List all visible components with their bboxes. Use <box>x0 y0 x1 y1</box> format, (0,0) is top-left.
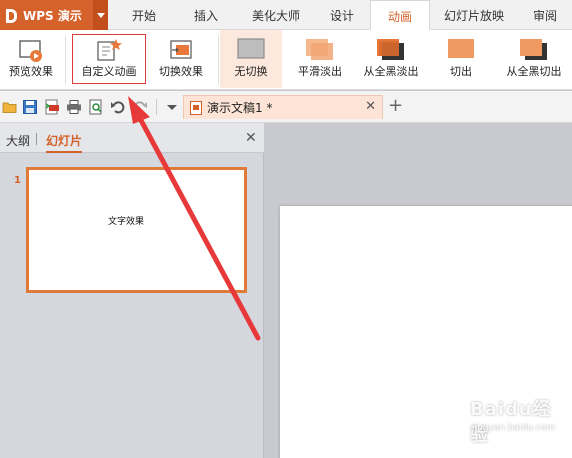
quick-access-toolbar: 演示文稿1 * ✕ + <box>0 91 572 123</box>
no-transition-icon <box>237 38 265 59</box>
tab-animation[interactable]: 动画 <box>370 0 430 31</box>
dropdown-icon[interactable] <box>164 99 180 115</box>
custom-animation-button[interactable]: 自定义动画 <box>72 34 146 84</box>
cut-label: 切出 <box>450 65 472 78</box>
menu-bar: WPS 演示 开始 插入 美化大师 设计 动画 幻灯片放映 审阅 <box>0 0 572 31</box>
undo-icon[interactable] <box>110 99 126 115</box>
preview-effect-label: 预览效果 <box>9 65 53 78</box>
presentation-doc-icon <box>190 100 202 115</box>
fade-through-black-button[interactable]: 从全黑淡出 <box>356 30 426 88</box>
ribbon-separator <box>218 36 219 84</box>
tab-review[interactable]: 审阅 <box>518 0 572 30</box>
new-tab-plus-icon[interactable]: + <box>388 97 403 115</box>
fade-smooth-icon <box>306 39 333 60</box>
tab-home[interactable]: 开始 <box>112 0 176 30</box>
open-folder-icon[interactable] <box>2 99 18 115</box>
watermark-url: jingyan.baidu.com <box>472 423 556 433</box>
panel-tab-separator <box>36 133 37 145</box>
redo-icon[interactable] <box>132 99 148 115</box>
tab-slideshow[interactable]: 幻灯片放映 <box>432 0 516 30</box>
slide-thumbnail-text: 文字效果 <box>108 217 145 227</box>
tab-design[interactable]: 设计 <box>316 0 368 30</box>
preview-effect-button[interactable]: 预览效果 <box>2 30 60 88</box>
baidu-jingyan-watermark: Baidu经验 jingyan.baidu.com <box>470 395 566 446</box>
slide-panel: 大纲 幻灯片 ✕ 1 文字效果 <box>0 123 264 458</box>
close-document-tab-icon[interactable]: ✕ <box>365 100 376 114</box>
animation-ribbon: 预览效果 自定义动画 切换效果 无切换 平滑淡出 从全黑淡出 切出 从全黑切出 <box>0 30 572 90</box>
cut-through-black-button[interactable]: 从全黑切出 <box>496 30 572 88</box>
slide-number: 1 <box>14 175 21 186</box>
tab-outline[interactable]: 大纲 <box>6 132 30 149</box>
close-panel-icon[interactable]: ✕ <box>245 130 257 146</box>
slide-thumbnail[interactable]: 文字效果 <box>26 167 247 293</box>
save-icon[interactable] <box>22 99 38 115</box>
toolbar-separator <box>156 99 157 115</box>
no-transition-label: 无切换 <box>234 65 268 78</box>
tab-slides[interactable]: 幻灯片 <box>46 132 83 153</box>
print-preview-icon[interactable] <box>88 99 104 115</box>
cut-through-black-icon <box>520 39 547 60</box>
document-tab-title: 演示文稿1 * <box>207 101 273 115</box>
export-pdf-icon[interactable] <box>44 99 60 115</box>
app-menu-dropdown-icon[interactable] <box>93 0 108 30</box>
tab-insert[interactable]: 插入 <box>178 0 234 30</box>
watermark-brand: Baidu经验 <box>470 399 552 446</box>
transition-effect-icon <box>170 40 192 59</box>
transition-effect-label: 切换效果 <box>159 65 203 78</box>
fade-through-black-label: 从全黑淡出 <box>363 65 419 78</box>
panel-tabs: 大纲 幻灯片 ✕ <box>0 123 264 153</box>
app-name: WPS 演示 <box>23 8 82 23</box>
wps-logo-icon <box>4 8 19 23</box>
cut-through-black-label: 从全黑切出 <box>506 65 562 78</box>
custom-animation-star-icon <box>97 39 122 61</box>
cut-button[interactable]: 切出 <box>432 30 490 88</box>
no-transition-button[interactable]: 无切换 <box>220 30 282 88</box>
fade-through-black-icon <box>377 39 404 60</box>
cut-icon <box>448 39 474 58</box>
preview-play-icon <box>19 40 42 62</box>
ribbon-separator <box>65 36 66 84</box>
tab-beautify-master[interactable]: 美化大师 <box>236 0 316 30</box>
transition-effect-button[interactable]: 切换效果 <box>150 30 212 88</box>
custom-animation-label: 自定义动画 <box>81 65 137 78</box>
print-icon[interactable] <box>66 99 82 115</box>
app-menu-button[interactable]: WPS 演示 <box>0 0 93 30</box>
fade-smooth-label: 平滑淡出 <box>298 65 342 78</box>
document-tab[interactable]: 演示文稿1 * ✕ <box>183 95 383 119</box>
fade-smooth-button[interactable]: 平滑淡出 <box>288 30 352 88</box>
